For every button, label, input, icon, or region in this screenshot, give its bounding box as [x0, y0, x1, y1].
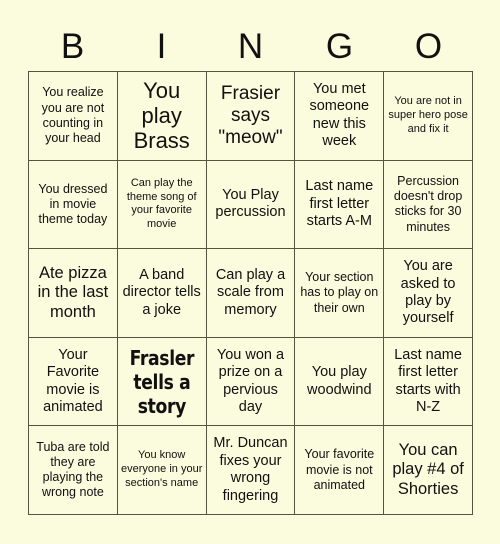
bingo-cell-r2c5[interactable]: Percussion doesn't drop sticks for 30 mi…: [384, 160, 473, 250]
bingo-cell-r4c5[interactable]: Last name first letter starts with N-Z: [384, 337, 473, 427]
bingo-cell-r2c4[interactable]: Last name first letter starts A-M: [295, 160, 385, 250]
bingo-cell-r3c4[interactable]: Your section has to play on their own: [295, 249, 385, 338]
bingo-cell-label: You met someone new this week: [309, 81, 370, 150]
bingo-cell-r4c1[interactable]: Your Favorite movie is animated: [29, 337, 118, 427]
bingo-cell-label: Can play a scale from memory: [215, 266, 286, 318]
bingo-cell-label: You realize you are not counting in your…: [41, 85, 105, 146]
bingo-header-letter-4: G: [325, 27, 354, 66]
bingo-cell-label: You dressed in movie theme today: [38, 181, 108, 227]
bingo-header-letter-1: B: [60, 27, 85, 66]
bingo-cell-label: You can play #4 of Shorties: [392, 440, 464, 498]
bingo-cell-label: Your Favorite movie is animated: [43, 346, 103, 415]
bingo-cell-r2c3[interactable]: You Play percussion: [206, 160, 296, 250]
bingo-cell-r2c1[interactable]: You dressed in movie theme today: [29, 160, 118, 250]
bingo-cell-label: You won a prize on a pervious day: [216, 346, 285, 415]
bingo-cell-label: Mr. Duncan fixes your wrong fingering: [213, 435, 288, 504]
bingo-header-letter-5: O: [414, 27, 443, 66]
bingo-cell-r3c3[interactable]: Can play a scale from memory: [206, 249, 296, 338]
bingo-header-letter-3: N: [237, 27, 264, 66]
bingo-cell-label: You Play percussion: [215, 187, 286, 221]
bingo-cell-r1c1[interactable]: You realize you are not counting in your…: [29, 72, 118, 161]
bingo-cell-r3c5[interactable]: You are asked to play by yourself: [384, 249, 473, 338]
bingo-cell-r2c2[interactable]: Can play the theme song of your favorite…: [117, 160, 207, 250]
bingo-cell-r3c2[interactable]: A band director tells a joke: [117, 249, 207, 338]
bingo-cell-label: Ate pizza in the last month: [37, 263, 109, 321]
bingo-card: B I N G O You realize you are not counting i…: [0, 0, 500, 544]
bingo-cell-label: You know everyone in your section's name: [121, 449, 203, 490]
bingo-cell-label: You are not in super hero pose and fix i…: [388, 95, 468, 135]
bingo-cell-r5c4[interactable]: Your favorite movie is not animated: [295, 426, 385, 515]
bingo-cell-label: Last name first letter starts with N-Z: [394, 346, 462, 415]
bingo-cell-label: Percussion doesn't drop sticks for 30 mi…: [393, 173, 463, 234]
bingo-cell-label: Your section has to play on their own: [300, 270, 379, 315]
bingo-cell-label: A band director tells a joke: [122, 266, 201, 318]
bingo-header-letter-2: I: [156, 27, 167, 66]
bingo-cell-label: Frasler tells a story: [129, 345, 195, 418]
bingo-cell-label: You play woodwind: [307, 364, 372, 398]
bingo-cell-r3c1[interactable]: Ate pizza in the last month: [29, 249, 118, 338]
bingo-cell-label: You play Brass: [133, 78, 190, 154]
bingo-cell-r1c3[interactable]: Frasier says "meow": [206, 72, 296, 161]
bingo-cell-label: Tuba are told they are playing the wrong…: [36, 439, 110, 500]
bingo-cell-r1c4[interactable]: You met someone new this week: [295, 72, 385, 161]
bingo-cell-r5c5[interactable]: You can play #4 of Shorties: [384, 426, 473, 515]
bingo-cell-r5c3[interactable]: Mr. Duncan fixes your wrong fingering: [206, 426, 296, 515]
bingo-cell-r1c5[interactable]: You are not in super hero pose and fix i…: [384, 72, 473, 161]
bingo-cell-label: Can play the theme song of your favorite…: [126, 176, 197, 231]
bingo-cell-r4c4[interactable]: You play woodwind: [295, 337, 385, 427]
bingo-cell-label: You are asked to play by yourself: [400, 258, 456, 327]
bingo-cell-label: Frasier says "meow": [218, 82, 283, 148]
bingo-cell-r5c2[interactable]: You know everyone in your section's name: [117, 426, 207, 515]
bingo-cell-label: Your favorite movie is not animated: [304, 447, 375, 492]
bingo-cell-r4c2[interactable]: Frasler tells a story: [117, 337, 207, 427]
bingo-cell-r5c1[interactable]: Tuba are told they are playing the wrong…: [29, 426, 118, 515]
bingo-cell-r4c3[interactable]: You won a prize on a pervious day: [206, 337, 296, 427]
bingo-header-letters: BINGO: [28, 22, 473, 71]
bingo-grid: You realize you are not counting in your…: [28, 71, 473, 515]
bingo-cell-r1c2[interactable]: You play Brass: [117, 72, 207, 161]
bingo-cell-label: Last name first letter starts A-M: [305, 178, 374, 230]
